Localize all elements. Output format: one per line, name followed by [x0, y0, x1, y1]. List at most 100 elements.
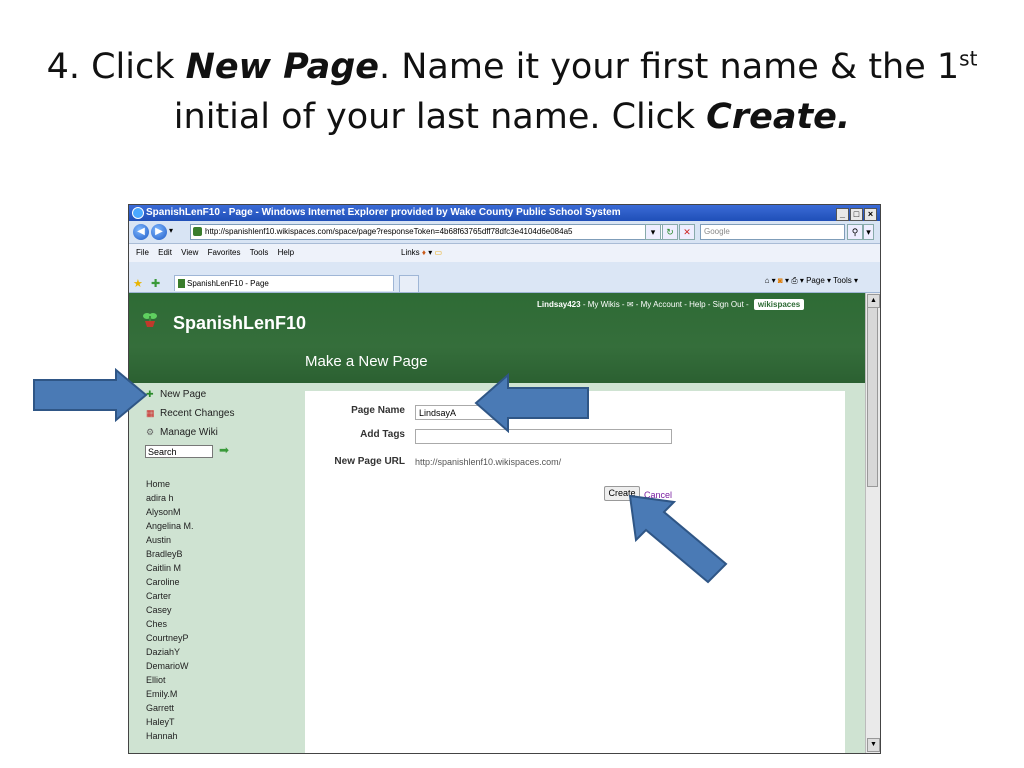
site-header: SpanishLenF10 Make a New Page Lindsay423…: [129, 293, 866, 383]
scroll-down-icon[interactable]: ▼: [867, 738, 880, 752]
menu-file[interactable]: File: [136, 244, 149, 262]
browser-screenshot: SpanishLenF10 - Page - Windows Internet …: [128, 204, 881, 754]
new-page-form: Page Name LindsayA Add Tags New Page URL…: [305, 391, 845, 753]
slide-title: 4. Click New Page. Name it your first na…: [0, 42, 1024, 142]
page-name-label: Page Name: [351, 405, 405, 416]
wikispaces-badge[interactable]: wikispaces: [753, 299, 805, 310]
page-content: SpanishLenF10 Make a New Page Lindsay423…: [129, 293, 866, 753]
sidebar-new-page[interactable]: ✚ New Page: [146, 389, 206, 400]
tools-menu[interactable]: Tools ▾: [833, 276, 858, 285]
page-menu[interactable]: Page ▾: [806, 276, 831, 285]
tab-spanishlenf10[interactable]: SpanishLenF10 - Page: [174, 275, 394, 291]
menu-edit[interactable]: Edit: [158, 244, 172, 262]
window-titlebar: SpanishLenF10 - Page - Windows Internet …: [129, 205, 880, 221]
page-link[interactable]: Garrett: [146, 703, 174, 713]
arrow-to-new-page-icon: [33, 368, 148, 422]
gear-icon: ⚙: [146, 427, 155, 437]
ie-logo-icon: [132, 207, 144, 219]
links-icon: ♦: [421, 248, 427, 257]
sidebar: ✚ New Page ▦ Recent Changes ⚙ Manage Wiki S…: [129, 383, 305, 753]
page-link[interactable]: Austin: [146, 535, 171, 545]
new-page-label: New Page: [160, 389, 207, 400]
username-link[interactable]: Lindsay423: [537, 300, 581, 309]
search-input[interactable]: Google: [700, 224, 845, 240]
arrow-to-create-icon: [628, 494, 728, 584]
address-input[interactable]: http://spanishlenf10.wikispaces.com/spac…: [190, 224, 664, 240]
favorites-star-icon[interactable]: ★: [133, 277, 143, 290]
mail-icon[interactable]: ✉: [627, 300, 634, 309]
page-link[interactable]: Ches: [146, 619, 167, 629]
page-link[interactable]: AlysonM: [146, 507, 181, 517]
title-sup: st: [959, 46, 978, 71]
refresh-icon[interactable]: ↻: [662, 224, 678, 240]
tab-bar: ★ ✚ SpanishLenF10 - Page ⌂ ▾ ◙ ▾ ⎙ ▾ Pag…: [129, 262, 880, 293]
home-icon[interactable]: ⌂: [765, 276, 770, 285]
sidebar-manage-wiki[interactable]: ⚙ Manage Wiki: [146, 427, 218, 438]
command-bar: ⌂ ▾ ◙ ▾ ⎙ ▾ Page ▾ Tools ▾: [764, 276, 858, 285]
tab-title: SpanishLenF10 - Page: [187, 279, 269, 288]
add-tags-label: Add Tags: [360, 429, 405, 440]
menu-bar: File Edit View Favorites Tools Help Link…: [129, 244, 880, 262]
page-link[interactable]: Angelina M.: [146, 521, 194, 531]
new-tab-button[interactable]: [399, 275, 419, 292]
new-page-url-value: http://spanishlenf10.wikispaces.com/: [415, 457, 562, 467]
address-dropdown-icon[interactable]: ▾: [645, 224, 661, 240]
recent-changes-label: Recent Changes: [160, 408, 235, 419]
forward-icon[interactable]: ▶: [151, 224, 167, 240]
page-link[interactable]: DemarioW: [146, 661, 189, 671]
manage-wiki-label: Manage Wiki: [160, 427, 218, 438]
title-prefix: 4. Click: [46, 47, 186, 87]
page-link[interactable]: Caitlin M: [146, 563, 181, 573]
page-link[interactable]: BradleyB: [146, 549, 183, 559]
print-icon[interactable]: ⎙: [791, 276, 797, 285]
scroll-up-icon[interactable]: ▲: [867, 294, 880, 308]
site-favicon-icon: [193, 227, 202, 236]
page-link[interactable]: Carter: [146, 591, 171, 601]
vertical-scrollbar[interactable]: ▲ ▼: [865, 293, 880, 753]
arrow-to-page-name-icon: [474, 373, 589, 433]
sidebar-recent-changes[interactable]: ▦ Recent Changes: [146, 408, 235, 419]
menu-tools[interactable]: Tools: [250, 244, 269, 262]
maximize-button[interactable]: □: [850, 208, 863, 221]
history-dropdown-icon[interactable]: ▾: [169, 226, 173, 235]
tab-favicon-icon: [178, 279, 185, 288]
plant-logo-icon: [143, 313, 157, 327]
new-page-url-label: New Page URL: [334, 456, 405, 467]
minimize-button[interactable]: _: [836, 208, 849, 221]
page-link[interactable]: Emily.M: [146, 689, 177, 699]
site-title[interactable]: SpanishLenF10: [173, 313, 306, 334]
back-icon[interactable]: ◀: [133, 224, 149, 240]
search-go-icon[interactable]: ➡: [219, 443, 229, 457]
address-url: http://spanishlenf10.wikispaces.com/spac…: [205, 227, 573, 236]
chat-icon: ▭: [434, 248, 443, 257]
close-button[interactable]: ×: [864, 208, 877, 221]
feeds-icon[interactable]: ◙: [778, 276, 783, 285]
menu-help[interactable]: Help: [278, 244, 294, 262]
page-link[interactable]: adira h: [146, 493, 174, 503]
page-link[interactable]: Elliot: [146, 675, 166, 685]
main-panel: Page Name LindsayA Add Tags New Page URL…: [305, 383, 866, 753]
page-heading: Make a New Page: [305, 353, 428, 370]
menu-view[interactable]: View: [181, 244, 198, 262]
account-links[interactable]: - My Account - Help - Sign Out -: [636, 300, 751, 309]
address-bar-row: ◀ ▶ ▾ http://spanishlenf10.wikispaces.co…: [129, 221, 880, 244]
title-create: Create.: [706, 97, 851, 137]
search-icon[interactable]: ⚲: [847, 224, 863, 240]
stop-icon[interactable]: ✕: [679, 224, 695, 240]
scroll-thumb[interactable]: [867, 307, 878, 487]
add-favorites-icon[interactable]: ✚: [151, 277, 160, 290]
window-controls: _ □ ×: [835, 207, 877, 221]
page-link[interactable]: Home: [146, 479, 170, 489]
page-link[interactable]: Hannah: [146, 731, 178, 741]
page-link[interactable]: CourtneyP: [146, 633, 189, 643]
links-toolbar[interactable]: Links ♦ ▾ ▭: [401, 244, 442, 262]
page-link[interactable]: HaleyT: [146, 717, 175, 727]
page-link[interactable]: DaziahY: [146, 647, 180, 657]
page-link[interactable]: Caroline: [146, 577, 180, 587]
menu-favorites[interactable]: Favorites: [208, 244, 241, 262]
page-link[interactable]: Casey: [146, 605, 172, 615]
sidebar-search-input[interactable]: Search: [145, 445, 213, 458]
window-title: SpanishLenF10 - Page - Windows Internet …: [146, 207, 621, 218]
search-options-icon[interactable]: ▾: [863, 224, 874, 240]
my-wikis-link[interactable]: - My Wikis -: [583, 300, 627, 309]
